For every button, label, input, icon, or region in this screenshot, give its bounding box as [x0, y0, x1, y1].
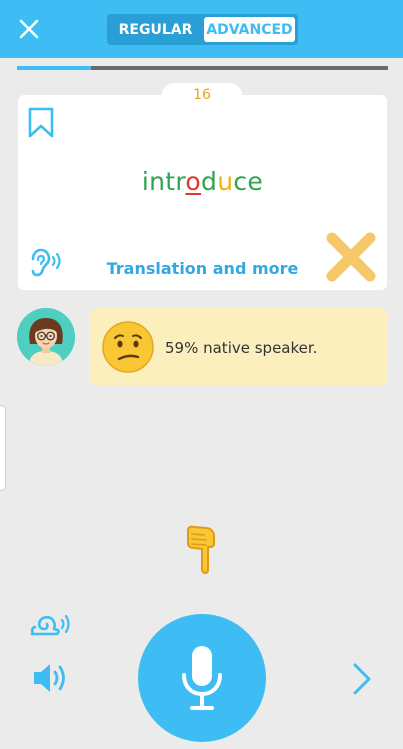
- slow-speed-snail-icon[interactable]: [30, 610, 72, 638]
- bookmark-icon[interactable]: [28, 107, 54, 139]
- target-word: introduce: [18, 167, 387, 196]
- confused-face-icon: [102, 321, 154, 373]
- word-segment: intr: [141, 167, 186, 196]
- teacher-avatar-icon: [17, 308, 75, 366]
- word-segment: ce: [233, 167, 264, 196]
- word-segment: d: [201, 167, 218, 196]
- incorrect-x-icon: [326, 232, 376, 282]
- record-button[interactable]: [138, 614, 266, 742]
- avatar: [17, 308, 75, 366]
- microphone-icon: [182, 646, 222, 710]
- word-segment: u: [217, 167, 234, 196]
- progress-fill: [17, 66, 92, 70]
- progress-bar: [17, 66, 388, 70]
- feedback-text: 59% native speaker.: [165, 339, 318, 357]
- word-count-badge: 16: [162, 83, 242, 107]
- mode-regular-tab[interactable]: REGULAR: [110, 17, 201, 42]
- speaker-icon[interactable]: [31, 661, 71, 695]
- next-chevron-icon[interactable]: [349, 662, 375, 696]
- word-card: introduce Translation and more: [18, 95, 387, 290]
- word-segment: o: [185, 167, 202, 196]
- feedback-bubble: 59% native speaker.: [89, 308, 388, 386]
- close-icon: [19, 19, 39, 39]
- mode-advanced-tab[interactable]: ADVANCED: [204, 17, 295, 42]
- top-bar: REGULAR ADVANCED: [0, 0, 403, 58]
- mode-toggle: REGULAR ADVANCED: [107, 14, 298, 45]
- pointing-hand-icon: [187, 525, 215, 575]
- close-button[interactable]: [16, 16, 42, 42]
- side-drawer-handle[interactable]: [0, 405, 6, 491]
